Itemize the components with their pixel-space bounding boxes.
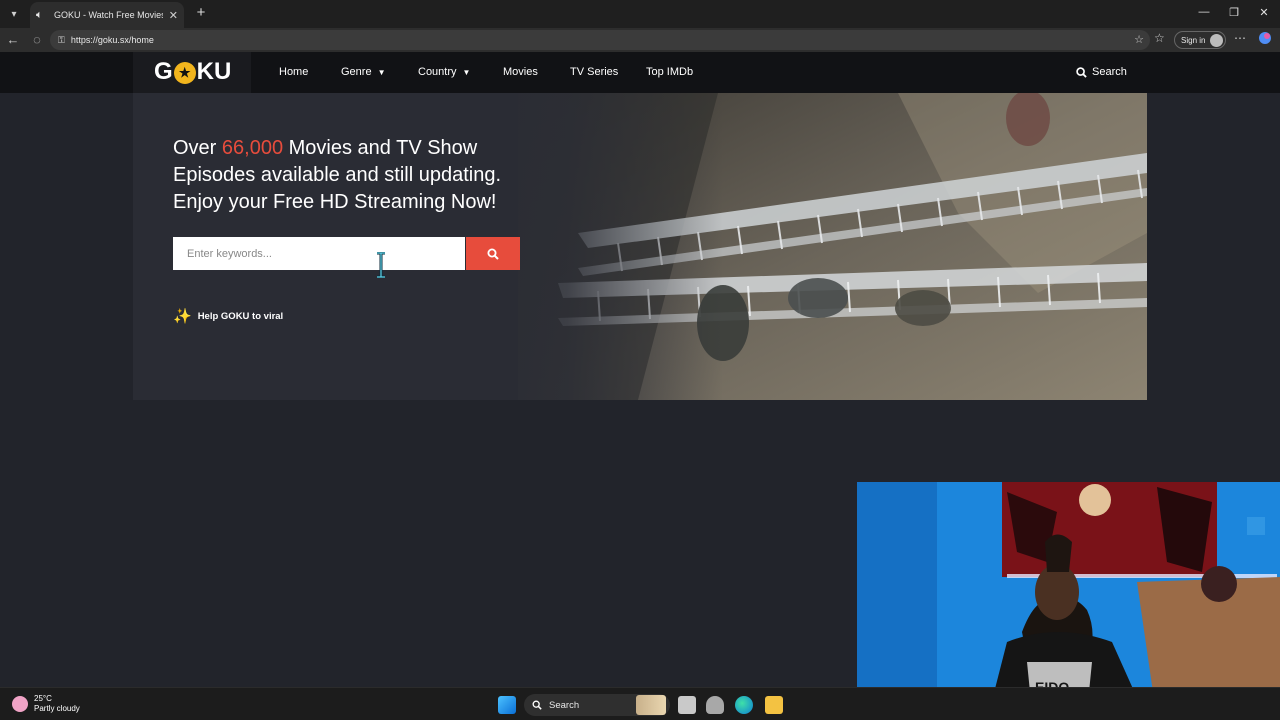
tab-title: GOKU - Watch Free Movies O: [54, 10, 163, 20]
browser-tab[interactable]: 🔈︎ GOKU - Watch Free Movies O ✕: [30, 2, 184, 28]
back-icon[interactable]: ←: [4, 31, 22, 49]
security-shield-icon[interactable]: [706, 696, 724, 714]
logo-text-right: KU: [196, 58, 232, 85]
favorite-star-icon[interactable]: ☆: [1134, 33, 1144, 46]
task-view-icon[interactable]: [678, 696, 696, 714]
weather-condition: Partly cloudy: [34, 704, 80, 713]
copilot-icon[interactable]: [1258, 31, 1272, 48]
restore-icon[interactable]: ❐: [1224, 6, 1244, 19]
speaker-icon[interactable]: 🔈︎: [36, 9, 48, 22]
caret-down-icon: ▼: [377, 68, 386, 77]
nav-home[interactable]: Home: [279, 66, 308, 78]
temperature: 25°C: [34, 694, 52, 703]
edge-browser-icon[interactable]: [735, 696, 753, 714]
browser-tab-bar: ▾ 🔈︎ GOKU - Watch Free Movies O ✕ + — ❐ …: [0, 0, 1280, 28]
nav-genre-label: Genre: [341, 66, 372, 78]
help-viral-link[interactable]: ✨ Help GOKU to viral: [173, 307, 283, 325]
avatar-icon: [1210, 34, 1223, 47]
search-submit-button[interactable]: [466, 237, 520, 270]
search-icon: [1076, 66, 1087, 78]
weather-icon: [12, 696, 28, 712]
site-header: G ★ KU Home Genre ▼ Country ▼ Movies TV Seri…: [0, 52, 1280, 93]
address-toolbar: ← ◌ ⚿ https://goku.sx/home ☆ ☆ Sign in ⋯: [0, 28, 1280, 52]
file-explorer-icon[interactable]: [765, 696, 783, 714]
sparkles-icon: ✨: [173, 308, 192, 325]
new-tab-icon[interactable]: +: [192, 4, 210, 22]
search-highlight-icon: [636, 695, 666, 715]
header-search-label: Search: [1092, 66, 1127, 78]
webcam-overlay: EIDO: [857, 482, 1280, 720]
site-info-icon[interactable]: ⚿: [58, 35, 65, 46]
search-icon: [487, 248, 499, 260]
goku-logo[interactable]: G ★ KU: [154, 58, 231, 86]
close-tab-icon[interactable]: ✕: [169, 9, 178, 22]
weather-text: 25°C Partly cloudy: [34, 694, 80, 714]
caret-down-icon: ▼: [462, 68, 471, 77]
reload-stop-icon[interactable]: ◌: [28, 31, 46, 49]
nav-tv-series[interactable]: TV Series: [570, 66, 618, 78]
text-cursor-icon: [377, 252, 385, 278]
webcam-video-image: EIDO: [857, 482, 1280, 720]
taskbar-search-label: Search: [549, 699, 580, 711]
nav-country[interactable]: Country ▼: [418, 66, 470, 78]
help-viral-label: Help GOKU to viral: [197, 310, 284, 322]
logo-o-icon: ★: [173, 62, 196, 84]
minimize-icon[interactable]: —: [1194, 6, 1214, 18]
nav-genre[interactable]: Genre ▼: [341, 66, 386, 78]
keyword-search-input[interactable]: [173, 237, 465, 270]
sign-in-label: Sign in: [1181, 35, 1206, 45]
windows-start-icon[interactable]: [498, 696, 516, 714]
hero-banner: Over 66,000 Movies and TV Show Episodes …: [133, 93, 1147, 400]
hero-headline: Over 66,000 Movies and TV Show Episodes …: [173, 135, 533, 216]
search-icon: [532, 700, 542, 710]
favorites-icon[interactable]: ☆: [1154, 31, 1165, 45]
nav-country-label: Country: [418, 66, 457, 78]
sign-in-button[interactable]: Sign in: [1174, 31, 1226, 49]
headline-prefix: Over: [173, 137, 222, 159]
tab-list-chevron-icon[interactable]: ▾: [4, 4, 24, 24]
windows-taskbar: 25°C Partly cloudy Search: [0, 687, 1280, 720]
weather-widget[interactable]: 25°C Partly cloudy: [12, 694, 80, 714]
url-bar[interactable]: ⚿ https://goku.sx/home ☆: [50, 30, 1150, 50]
headline-count: 66,000: [221, 137, 284, 159]
header-search-link[interactable]: Search: [1076, 66, 1127, 78]
nav-top-imdb[interactable]: Top IMDb: [646, 66, 693, 78]
close-window-icon[interactable]: ✕: [1254, 6, 1274, 19]
logo-text-left: G: [154, 58, 173, 85]
url-text: https://goku.sx/home: [70, 35, 154, 45]
more-menu-icon[interactable]: ⋯: [1234, 31, 1246, 45]
nav-movies[interactable]: Movies: [503, 66, 538, 78]
